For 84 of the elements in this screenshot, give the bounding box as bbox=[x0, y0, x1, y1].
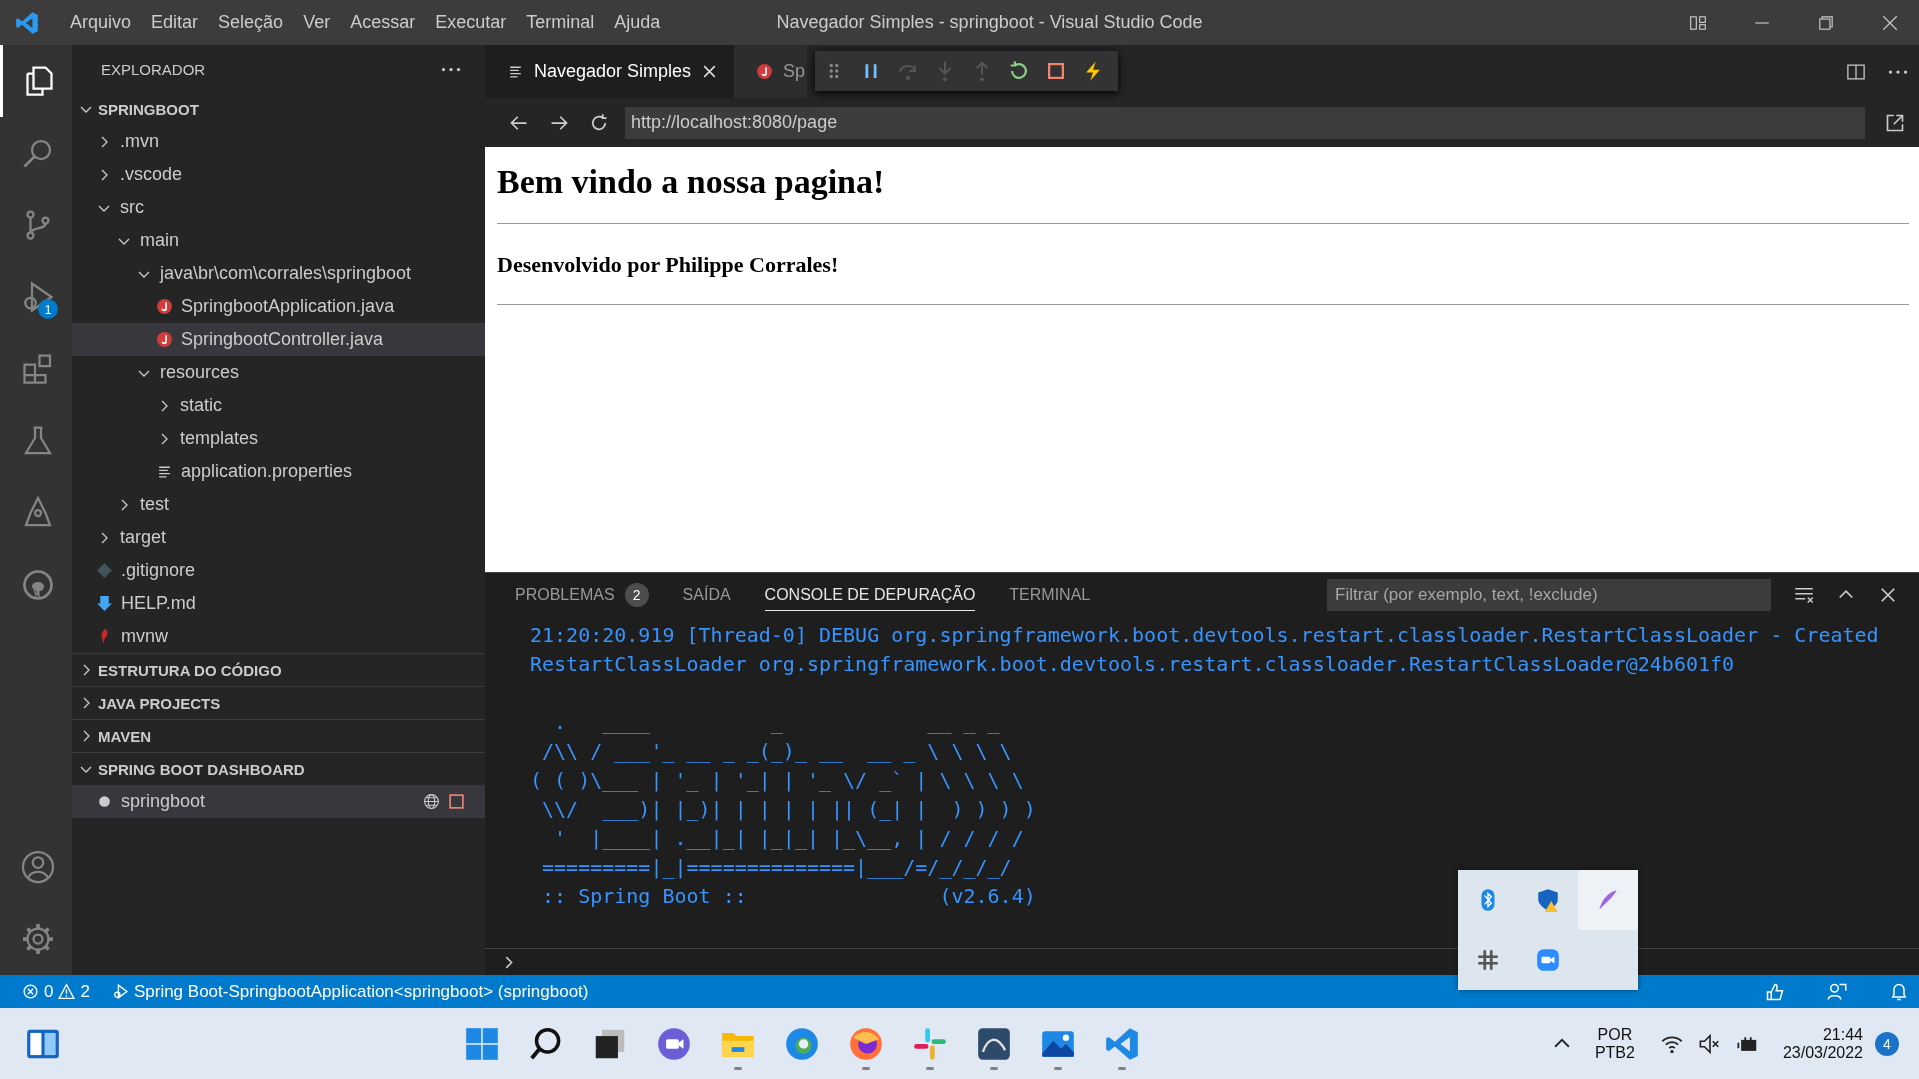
clock[interactable]: 21:44 23/03/2022 bbox=[1782, 1025, 1863, 1062]
panel-tab[interactable]: TERMINAL bbox=[1009, 579, 1091, 611]
stop-icon[interactable] bbox=[1045, 60, 1067, 82]
shield-warning-icon bbox=[1535, 887, 1561, 913]
clear-console-icon[interactable] bbox=[1794, 585, 1814, 605]
menu-item[interactable]: Editar bbox=[141, 12, 209, 33]
tree-item[interactable]: target bbox=[72, 521, 485, 554]
java-file-icon bbox=[756, 63, 774, 80]
tree-item[interactable]: java\br\com\corrales\springboot bbox=[72, 257, 485, 290]
stop-icon[interactable] bbox=[448, 793, 465, 810]
menu-item[interactable]: Acessar bbox=[340, 12, 426, 33]
section-header[interactable]: ESTRUTURA DO CÓDIGO bbox=[72, 654, 485, 686]
java-file-icon bbox=[156, 331, 173, 348]
tree-item[interactable]: templates bbox=[72, 422, 485, 455]
warning-count[interactable]: 2 bbox=[80, 981, 90, 1002]
error-count[interactable]: 0 bbox=[44, 981, 54, 1002]
menu-item[interactable]: Arquivo bbox=[60, 12, 142, 33]
tree-item[interactable]: .gitignore bbox=[72, 554, 485, 587]
account-icon bbox=[19, 849, 56, 885]
vscode-logo-icon bbox=[14, 9, 40, 36]
banner-text: . ____ _ __ _ _ /\\ / ___'_ __ _ _(_)_ __ __ _ \ \ \ \ ( ( )\___ | '_ | '_| | '_ \/ _` | \ \ \ \ \\/ ___)| |_)| | | | | || (_| | ) ) ) ) ' |____| .__|_| |_|_| |_\__, | / / / / =========|_|==============|___/=/_/_/_/ :: Spring Boot :: (v2.6.4) bbox=[530, 709, 1036, 910]
debug-session-label[interactable]: Spring Boot-SpringbootApplication<springboot> (springboot) bbox=[133, 981, 589, 1002]
page-heading: Bem vindo a nossa pagina! bbox=[497, 163, 886, 201]
app-item[interactable]: springboot bbox=[72, 785, 485, 818]
notification-badge: 1 bbox=[38, 299, 58, 319]
tree-item[interactable]: test bbox=[72, 488, 485, 521]
menu-item[interactable]: Ajuda bbox=[604, 12, 671, 33]
live-share-icon[interactable] bbox=[1827, 981, 1847, 1002]
count-badge: 2 bbox=[624, 582, 649, 607]
tree-item[interactable]: static bbox=[72, 389, 485, 422]
editor-tab[interactable]: Navegador Simples bbox=[485, 45, 735, 98]
section-header[interactable]: SPRING BOOT DASHBOARD bbox=[72, 753, 485, 785]
reload-icon[interactable] bbox=[589, 112, 609, 133]
more-icon[interactable] bbox=[441, 66, 461, 72]
close-icon[interactable] bbox=[1881, 13, 1899, 32]
menu-item[interactable]: Ver bbox=[293, 12, 341, 33]
globe-icon[interactable] bbox=[423, 793, 440, 810]
filter-field[interactable]: Filtrar (por exemplo, text, !exclude) bbox=[1327, 579, 1771, 611]
diamond-icon bbox=[96, 562, 113, 579]
video-camera-icon bbox=[1535, 947, 1561, 973]
notification-badge[interactable]: 4 bbox=[1875, 1031, 1899, 1056]
section-header[interactable]: JAVA PROJECTS bbox=[72, 687, 485, 719]
menu-item[interactable]: Seleção bbox=[208, 12, 294, 33]
dot-icon bbox=[96, 793, 113, 810]
close-icon[interactable] bbox=[1878, 585, 1898, 605]
tree-item[interactable]: SpringbootApplication.java bbox=[72, 290, 485, 323]
panel-tab[interactable]: PROBLEMAS 2 bbox=[515, 576, 649, 614]
tree-item[interactable]: mvnw bbox=[72, 620, 485, 653]
bell-icon[interactable] bbox=[1889, 981, 1909, 1002]
layout-icon[interactable] bbox=[1689, 13, 1707, 32]
tree-item[interactable]: HELP.md bbox=[72, 587, 485, 620]
restore-icon[interactable] bbox=[1817, 13, 1835, 32]
restart-icon[interactable] bbox=[1008, 60, 1030, 82]
section-header[interactable]: MAVEN bbox=[72, 720, 485, 752]
menu-item[interactable]: Terminal bbox=[516, 12, 605, 33]
sidebar-title: EXPLORADOR bbox=[101, 60, 206, 78]
menu-item[interactable]: Executar bbox=[425, 12, 517, 33]
tree-item[interactable]: application.properties bbox=[72, 455, 485, 488]
page-subheading: Desenvolvido por Philippe Corrales! bbox=[497, 252, 840, 278]
tree-item[interactable]: main bbox=[72, 224, 485, 257]
tree-item[interactable]: SpringbootController.java bbox=[72, 323, 485, 356]
activity-button[interactable]: 1 bbox=[0, 261, 72, 333]
panel-tab[interactable]: CONSOLE DE DEPURAÇÃO bbox=[764, 579, 976, 611]
window-title: Navegador Simples - springboot - Visual Studio Code bbox=[776, 12, 1203, 33]
slack-icon bbox=[1475, 947, 1501, 973]
split-editor-icon[interactable] bbox=[1846, 61, 1866, 82]
tree-item[interactable]: .vscode bbox=[72, 158, 485, 191]
panel-tab[interactable]: SAÍDA bbox=[682, 579, 731, 611]
muted-speaker-icon[interactable] bbox=[1698, 1032, 1721, 1055]
console-log-line: 21:20:20.919 [Thread-0] DEBUG org.springframework.boot.devtools.restart.classloader.RestartClassLoader - Created RestartClassLoader org.springframework.boot.devtools.restart.classloader.RestartClassLoader@24b601f0 bbox=[530, 622, 1880, 678]
warning-icon bbox=[58, 983, 76, 1000]
editor-tab[interactable]: Sp bbox=[734, 45, 808, 98]
arrow-down-icon bbox=[96, 595, 113, 612]
section-header[interactable]: SPRINGBOOT bbox=[72, 93, 485, 125]
tree-item[interactable]: .mvn bbox=[72, 125, 485, 158]
open-external-icon[interactable] bbox=[1885, 112, 1905, 133]
run-debug-icon bbox=[111, 983, 129, 1000]
language-indicator[interactable]: POR PTB2 bbox=[1594, 1025, 1635, 1062]
feedback-icon[interactable] bbox=[1765, 981, 1785, 1002]
error-icon bbox=[22, 983, 39, 1000]
tree-item[interactable]: resources bbox=[72, 356, 485, 389]
java-file-icon bbox=[156, 298, 173, 315]
tree-item[interactable]: src bbox=[72, 191, 485, 224]
url-field[interactable]: http://localhost:8080/page bbox=[625, 106, 1865, 139]
